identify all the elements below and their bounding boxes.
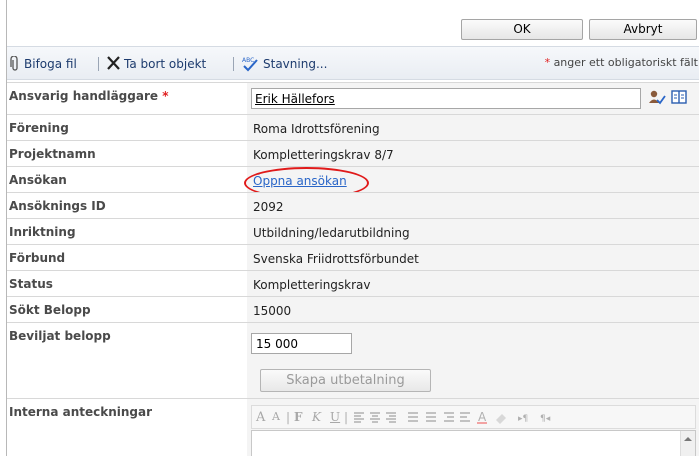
font-size-down-button[interactable]: A — [272, 410, 280, 423]
field-value-cell: Kompletteringskrav — [247, 271, 699, 296]
check-names-icon[interactable] — [649, 90, 666, 105]
field-label: Ansökan — [9, 173, 67, 187]
granted-amount-input[interactable]: 15 000 — [251, 333, 352, 354]
toolbar-divider: | — [286, 410, 291, 424]
field-value-cell: Utbildning/ledarutbildning — [247, 219, 699, 244]
delete-x-icon — [107, 56, 120, 74]
ok-button[interactable]: OK — [461, 19, 583, 40]
field-label: Beviljat belopp — [9, 329, 111, 343]
spellcheck-icon: ABC — [241, 56, 259, 76]
field-label: Ansvarig handläggare * — [9, 89, 169, 103]
form-frame: OK Avbryt Bifoga fil Ta bort objekt ABC … — [6, 0, 699, 456]
field-label: Sökt Belopp — [9, 303, 91, 317]
field-row-application: Ansökan Öppna ansökan — [7, 166, 699, 199]
field-row-notes: Interna anteckningar A A | F K U | A ▸¶ … — [7, 398, 699, 456]
highlight-color-icon[interactable] — [496, 414, 506, 424]
attach-file-button[interactable]: Bifoga fil — [10, 55, 77, 72]
editor-scrollbar[interactable] — [680, 431, 695, 456]
field-value-cell: Öppna ansökan — [244, 167, 699, 199]
align-center-icon[interactable] — [370, 412, 380, 423]
field-label: Interna anteckningar — [9, 405, 153, 419]
people-picker-input[interactable]: Erik Hällefors — [251, 88, 641, 109]
align-left-icon[interactable] — [354, 412, 364, 423]
svg-text:¶◂: ¶◂ — [540, 414, 551, 424]
spelling-label: Stavning... — [263, 57, 328, 71]
rtl-direction-icon[interactable]: ¶◂ — [540, 414, 551, 424]
field-row-association: Förening Roma Idrottsförening — [7, 114, 699, 140]
field-label: Inriktning — [9, 225, 76, 239]
status-value: Kompletteringskrav — [253, 278, 371, 292]
toolbar-divider — [98, 57, 99, 71]
field-value-cell: 15 000 Skapa utbetalning — [247, 323, 699, 398]
field-row-granted: Beviljat belopp 15 000 Skapa utbetalning — [7, 322, 699, 398]
field-value-cell: 2092 — [247, 193, 699, 218]
align-right-icon[interactable] — [386, 412, 396, 423]
svg-text:▸¶: ▸¶ — [518, 414, 528, 424]
field-value-cell: Svenska Friidrottsförbundet — [247, 245, 699, 270]
field-value-cell: Erik Hällefors — [247, 83, 699, 114]
spelling-button[interactable]: ABC Stavning... — [241, 56, 327, 72]
rte-format-icons: A ▸¶ ¶◂ — [354, 411, 551, 424]
form-fields: Ansvarig handläggare * Erik Hällefors Fö… — [7, 82, 699, 456]
underline-button[interactable]: U — [330, 410, 340, 424]
field-label: Förening — [9, 121, 69, 135]
form-toolbar: Bifoga fil Ta bort objekt ABC Stavning..… — [7, 46, 699, 80]
increase-indent-icon[interactable] — [460, 412, 470, 422]
field-label: Status — [9, 277, 53, 291]
toolbar-divider — [233, 57, 234, 71]
association-value: Roma Idrottsförening — [253, 122, 380, 136]
cancel-button[interactable]: Avbryt — [589, 19, 697, 40]
application-id-value: 2092 — [253, 200, 284, 214]
top-button-bar: OK Avbryt — [7, 0, 699, 45]
ltr-direction-icon[interactable]: ▸¶ — [518, 414, 528, 424]
internal-notes-editor[interactable] — [251, 430, 696, 456]
paperclip-icon — [10, 55, 20, 76]
delete-item-button[interactable]: Ta bort objekt — [107, 56, 206, 72]
field-value-cell: A A | F K U | A ▸¶ ¶◂ — [247, 399, 699, 456]
address-book-icon[interactable] — [671, 90, 687, 104]
field-row-federation: Förbund Svenska Friidrottsförbundet — [7, 244, 699, 270]
bulleted-list-icon[interactable] — [426, 412, 436, 422]
italic-button[interactable]: K — [312, 410, 321, 424]
field-value-cell: Kompletteringskrav 8/7 — [247, 141, 699, 166]
field-value-cell: Roma Idrottsförening — [247, 115, 699, 140]
decrease-indent-icon[interactable] — [444, 412, 454, 422]
field-row-status: Status Kompletteringskrav — [7, 270, 699, 296]
field-row-application-id: Ansöknings ID 2092 — [7, 192, 699, 218]
required-field-note: * anger ett obligatoriskt fält — [544, 56, 698, 69]
rich-text-toolbar: A A | F K U | A ▸¶ ¶◂ — [251, 405, 696, 429]
people-picker-actions — [648, 89, 688, 108]
create-payment-button[interactable]: Skapa utbetalning — [260, 369, 431, 392]
field-row-project: Projektnamn Kompletteringskrav 8/7 — [7, 140, 699, 166]
federation-value: Svenska Friidrottsförbundet — [253, 252, 419, 266]
numbered-list-icon[interactable] — [408, 412, 418, 422]
delete-item-label: Ta bort objekt — [124, 57, 207, 71]
application-link-wrap: Öppna ansökan — [244, 167, 369, 199]
attach-file-label: Bifoga fil — [24, 57, 77, 71]
field-value-cell: 15000 — [247, 297, 699, 322]
svg-text:ABC: ABC — [242, 57, 254, 64]
font-size-up-button[interactable]: A — [256, 410, 265, 425]
direction-value: Utbildning/ledarutbildning — [253, 226, 410, 240]
field-row-direction: Inriktning Utbildning/ledarutbildning — [7, 218, 699, 244]
font-color-icon[interactable]: A — [477, 411, 487, 424]
project-value: Kompletteringskrav 8/7 — [253, 148, 394, 162]
field-label: Projektnamn — [9, 147, 96, 161]
toolbar-divider: | — [344, 410, 349, 424]
field-label: Ansöknings ID — [9, 199, 106, 213]
field-row-handler: Ansvarig handläggare * Erik Hällefors — [7, 82, 699, 114]
field-label: Förbund — [9, 251, 66, 265]
people-picker-value: Erik Hällefors — [255, 92, 335, 106]
granted-amount-value: 15 000 — [256, 337, 298, 351]
bold-button[interactable]: F — [294, 410, 303, 424]
field-row-requested: Sökt Belopp 15000 — [7, 296, 699, 322]
requested-amount-value: 15000 — [253, 304, 292, 318]
